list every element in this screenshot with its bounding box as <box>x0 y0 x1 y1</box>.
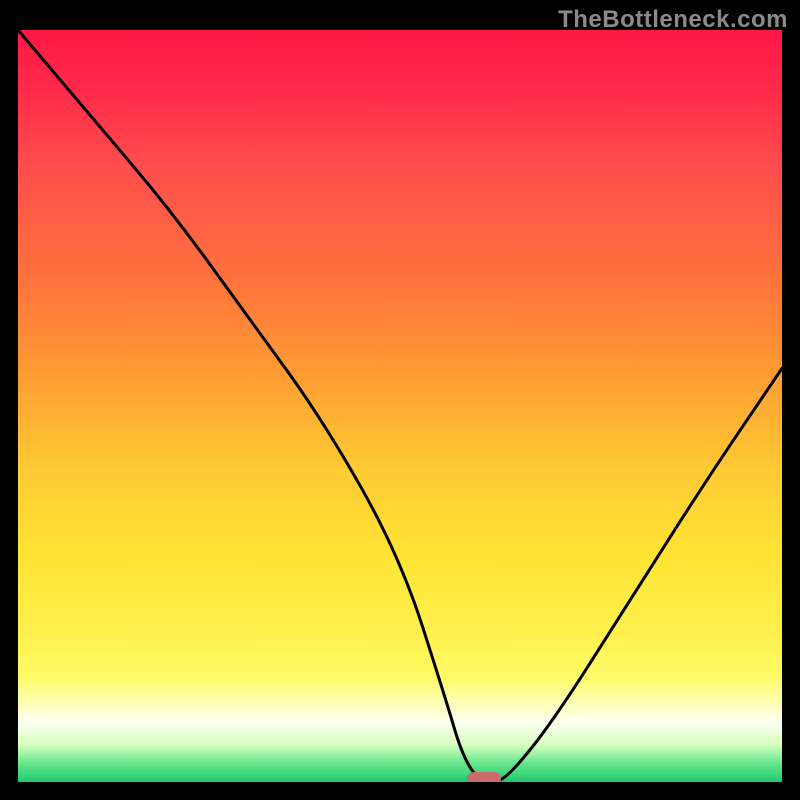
chart-container: TheBottleneck.com <box>0 0 800 800</box>
watermark-text: TheBottleneck.com <box>558 6 788 34</box>
plot-area <box>18 30 782 782</box>
curve-path <box>18 30 782 781</box>
bottleneck-curve <box>18 30 782 782</box>
optimal-marker <box>467 772 501 782</box>
